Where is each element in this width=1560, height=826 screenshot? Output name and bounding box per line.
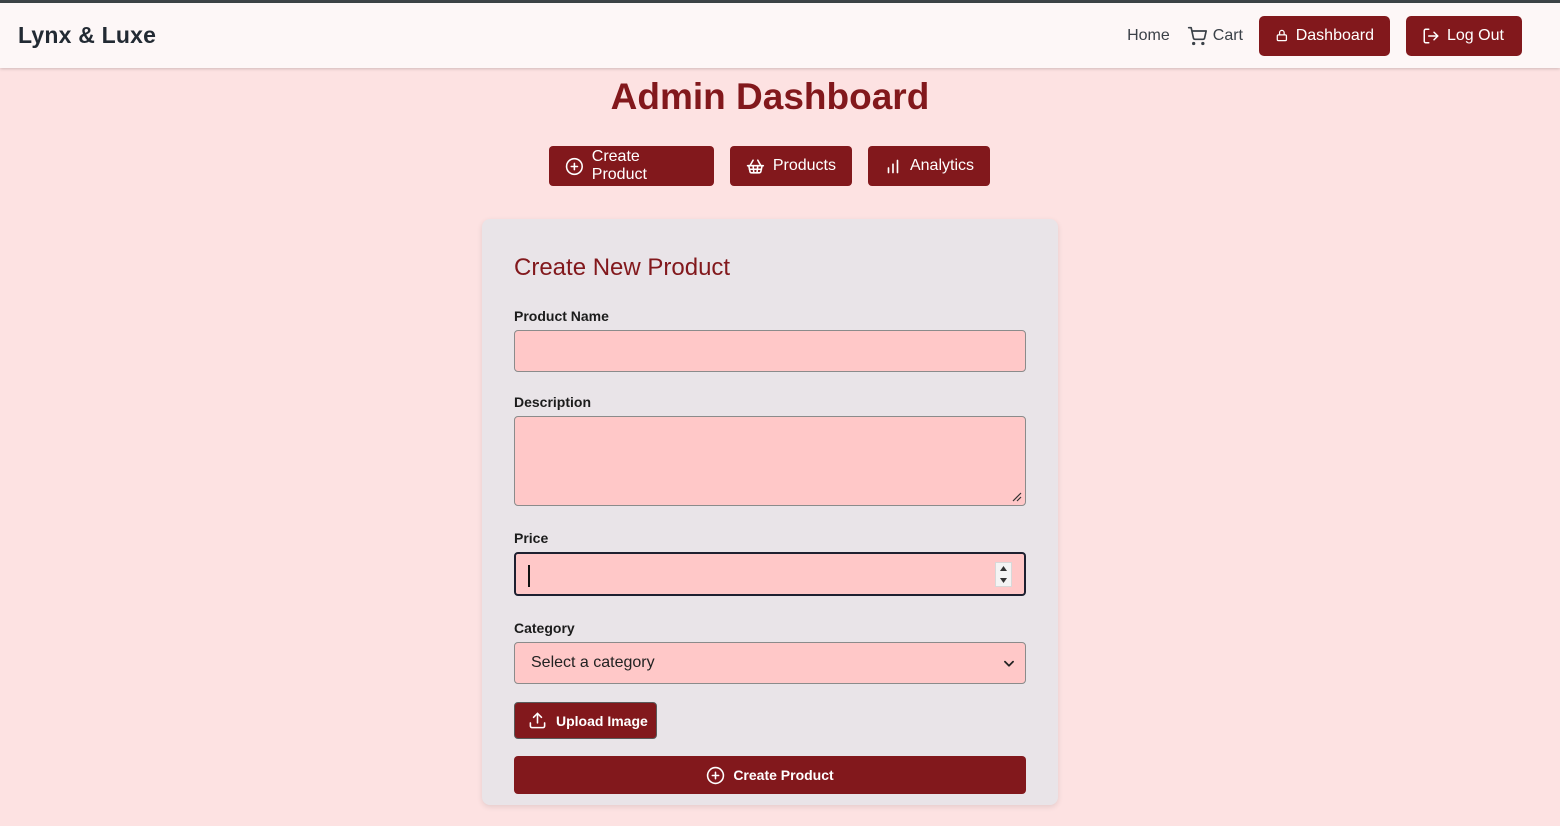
plus-circle-icon	[565, 157, 583, 175]
nav-cart-label: Cart	[1212, 26, 1243, 44]
create-product-submit-button[interactable]: Create Product	[514, 756, 1026, 794]
bar-chart-icon	[887, 159, 899, 173]
plus-circle-icon	[707, 766, 725, 784]
dashboard-button-label: Dashboard	[1295, 26, 1374, 44]
logout-icon	[1423, 28, 1439, 43]
description-label: Description	[514, 394, 592, 410]
basket-icon	[746, 158, 765, 174]
tab-analytics-label: Analytics	[909, 157, 974, 174]
category-label: Category	[514, 620, 575, 636]
category-select[interactable]: Select a category	[514, 642, 1026, 684]
create-product-card: Create New Product Product Name Descript…	[482, 219, 1058, 805]
description-textarea[interactable]	[514, 416, 1026, 506]
upload-image-button[interactable]: Upload Image	[514, 702, 657, 739]
price-input[interactable]	[514, 552, 1026, 596]
number-spinner[interactable]	[995, 562, 1012, 587]
upload-icon	[529, 712, 546, 729]
logout-button-label: Log Out	[1447, 26, 1504, 44]
chevron-down-icon	[1004, 660, 1014, 667]
nav-actions: Home Cart Dashboard Log Out	[1127, 15, 1522, 56]
lock-icon	[1276, 29, 1288, 42]
nav-home-link[interactable]: Home	[1127, 27, 1170, 45]
create-product-submit-label: Create Product	[733, 767, 834, 783]
product-name-label: Product Name	[514, 308, 609, 324]
logout-button[interactable]: Log Out	[1406, 15, 1522, 56]
text-caret	[528, 565, 530, 587]
upload-image-label: Upload Image	[556, 712, 648, 729]
nav-cart-link[interactable]: Cart	[1187, 26, 1243, 46]
cart-icon	[1187, 26, 1207, 45]
dashboard-button[interactable]: Dashboard	[1259, 15, 1390, 56]
page-title: Admin Dashboard	[610, 76, 930, 117]
spinner-up-icon[interactable]	[1000, 566, 1007, 572]
nav-home-label: Home	[1127, 26, 1170, 44]
tab-products[interactable]: Products	[730, 146, 852, 186]
tab-products-label: Products	[772, 157, 836, 174]
dashboard-tabs: Create Product Products Analytics	[549, 146, 1006, 186]
tab-create-product-label: Create Product	[591, 148, 647, 183]
resize-grip-icon[interactable]	[1011, 491, 1022, 502]
brand-logo[interactable]: Lynx & Luxe	[18, 22, 156, 49]
tab-analytics[interactable]: Analytics	[868, 146, 990, 186]
tab-create-product[interactable]: Create Product	[549, 146, 714, 186]
category-selected-value: Select a category	[531, 654, 655, 671]
product-name-input[interactable]	[514, 330, 1026, 372]
form-title: Create New Product	[514, 254, 731, 281]
price-label: Price	[514, 530, 549, 546]
spinner-down-icon[interactable]	[1000, 577, 1007, 583]
navbar: Lynx & Luxe Home Cart Dashboard Log Out	[0, 3, 1560, 68]
